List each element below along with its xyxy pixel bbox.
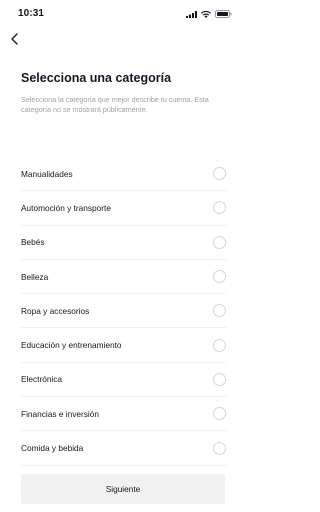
category-item-electronica[interactable]: Electrónica bbox=[21, 363, 226, 398]
category-label: Educación y entrenamiento bbox=[21, 340, 122, 351]
category-radio[interactable] bbox=[213, 338, 226, 352]
category-radio[interactable] bbox=[213, 407, 226, 421]
category-item-automocion[interactable]: Automoción y transporte bbox=[21, 191, 226, 226]
category-item-comida[interactable]: Comida y bebida bbox=[21, 431, 226, 466]
page-subtitle: Selecciona la categoría que mejor descri… bbox=[21, 95, 209, 114]
category-label: Comida y bebida bbox=[21, 443, 84, 454]
category-label: Electrónica bbox=[21, 374, 63, 385]
category-radio[interactable] bbox=[213, 167, 226, 181]
category-label: Financias e inversión bbox=[21, 408, 99, 419]
category-item-manualidades[interactable]: Manualidades bbox=[21, 157, 226, 192]
category-label: Bebés bbox=[21, 237, 45, 248]
page-title: Selecciona una categoría bbox=[21, 71, 172, 85]
category-item-financias[interactable]: Financias e inversión bbox=[21, 397, 226, 432]
status-time: 10:31 bbox=[18, 8, 45, 19]
status-icons bbox=[186, 10, 232, 18]
category-radio[interactable] bbox=[213, 304, 226, 318]
category-label: Manualidades bbox=[21, 168, 73, 179]
category-radio[interactable] bbox=[213, 441, 226, 455]
next-button[interactable]: Siguiente bbox=[21, 474, 225, 504]
chevron-left-icon bbox=[11, 33, 18, 45]
category-item-belleza[interactable]: Belleza bbox=[21, 260, 226, 295]
category-label: Automoción y transporte bbox=[21, 202, 111, 213]
category-selection-screen: 10:31 Selecciona una categoría Seleccion… bbox=[0, 0, 246, 512]
category-list: Manualidades Automoción y transporte Beb… bbox=[21, 157, 226, 466]
signal-icon bbox=[186, 10, 197, 18]
status-bar: 10:31 bbox=[0, 0, 246, 28]
category-radio[interactable] bbox=[213, 372, 226, 386]
category-label: Belleza bbox=[21, 271, 49, 282]
category-radio[interactable] bbox=[213, 270, 226, 284]
back-button[interactable] bbox=[6, 30, 24, 48]
wifi-icon bbox=[201, 10, 211, 18]
category-label: Ropa y accesorios bbox=[21, 305, 90, 316]
battery-icon bbox=[215, 10, 232, 18]
category-item-bebes[interactable]: Bebés bbox=[21, 226, 226, 260]
category-item-educacion[interactable]: Educación y entrenamiento bbox=[21, 328, 226, 363]
category-radio[interactable] bbox=[213, 201, 226, 215]
category-item-ropa[interactable]: Ropa y accesorios bbox=[21, 294, 226, 329]
category-radio[interactable] bbox=[213, 235, 226, 249]
